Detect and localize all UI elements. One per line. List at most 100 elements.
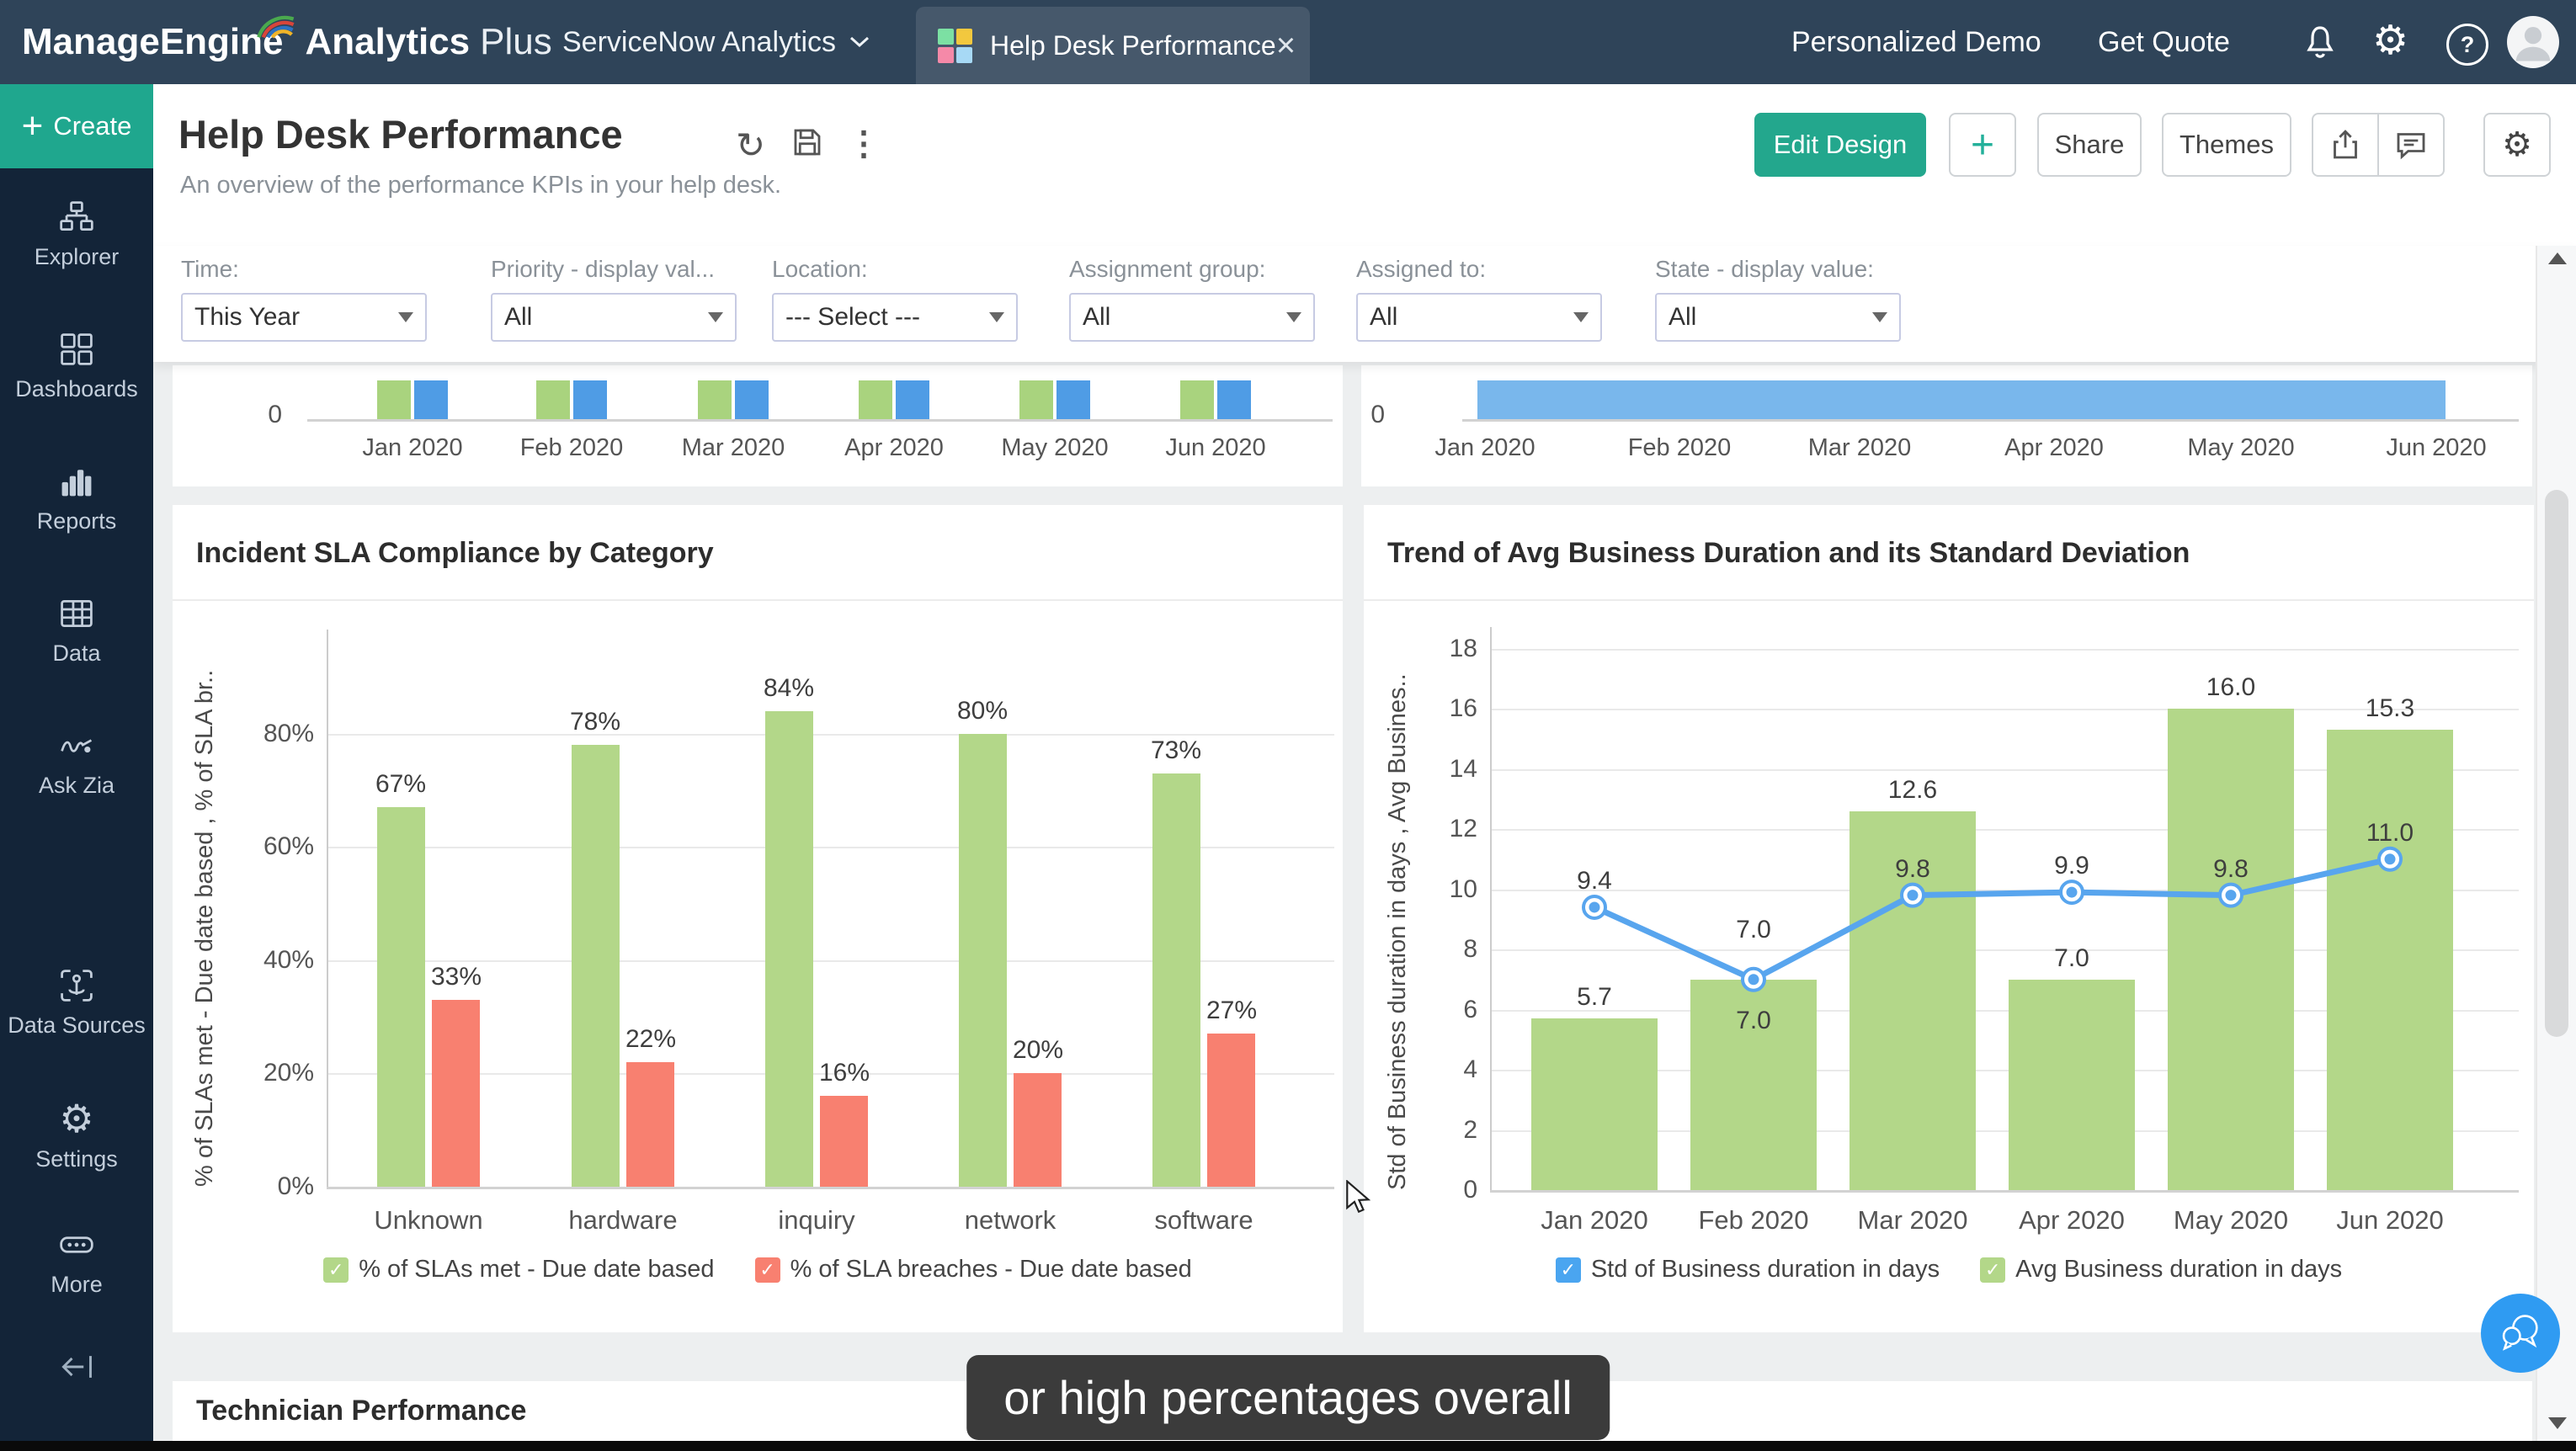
clipped-bar-series-green[interactable] — [698, 380, 732, 419]
edit-design-button[interactable]: Edit Design — [1754, 113, 1926, 177]
create-button[interactable]: + Create — [0, 84, 153, 168]
gridline — [1490, 649, 2519, 651]
chart-legend: ✓% of SLAs met - Due date based ✓% of SLA… — [173, 1256, 1343, 1284]
bar-sla-met[interactable] — [1152, 773, 1200, 1187]
dashboard-tab-icon — [938, 29, 971, 62]
user-avatar[interactable] — [2507, 16, 2559, 68]
sidebar-item-settings[interactable]: ⚙ Settings — [0, 1099, 153, 1172]
clipped-bar-series-blue[interactable] — [414, 380, 448, 419]
sidebar-item-data[interactable]: Data — [0, 595, 153, 667]
filter-value: All — [1370, 303, 1397, 332]
clipped-area-series-area-blue[interactable] — [1477, 380, 2446, 419]
sidebar-item-dashboards[interactable]: Dashboards — [0, 331, 153, 402]
get-quote-link[interactable]: Get Quote — [2098, 0, 2230, 84]
scroll-down-arrow-icon[interactable] — [2548, 1417, 2567, 1429]
filter-value: All — [1083, 303, 1110, 332]
notification-bell-icon[interactable] — [2300, 22, 2340, 62]
line-point[interactable] — [1583, 896, 1605, 918]
clipped-bar-series-blue[interactable] — [573, 380, 607, 419]
legend-checkbox: ✓ — [755, 1257, 780, 1283]
legend-item--of-sla-breaches-due-date-based[interactable]: ✓% of SLA breaches - Due date based — [755, 1256, 1192, 1284]
add-button[interactable]: + — [1949, 113, 2016, 177]
chat-support-button[interactable] — [2481, 1294, 2560, 1373]
settings-gear-icon[interactable]: ⚙ — [2372, 17, 2408, 64]
filter-assigned-to-select[interactable]: All — [1356, 293, 1602, 342]
bar-avg-duration[interactable] — [2168, 709, 2294, 1190]
sla-compliance-panel: Incident SLA Compliance by Category 0%20… — [173, 505, 1343, 1332]
clipped-bar-series-green[interactable] — [1180, 380, 1214, 419]
filter-state-select[interactable]: All — [1655, 293, 1901, 342]
ask-zia-icon — [58, 727, 95, 764]
filter-location-select[interactable]: --- Select --- — [772, 293, 1018, 342]
kebab-menu-icon[interactable]: ⋮ — [847, 125, 881, 163]
sidebar-item-more[interactable]: More — [0, 1226, 153, 1298]
bar-sla-met[interactable] — [377, 807, 425, 1187]
workspace-selector[interactable]: ServiceNow Analytics — [562, 0, 870, 84]
legend-item-avg-business-duration-in-days[interactable]: ✓Avg Business duration in days — [1980, 1256, 2342, 1284]
personalized-demo-link[interactable]: Personalized Demo — [1791, 0, 2041, 84]
legend-item--of-slas-met-due-date-based[interactable]: ✓% of SLAs met - Due date based — [323, 1256, 714, 1284]
tab-help-desk-performance[interactable]: Help Desk Performance × — [916, 7, 1310, 84]
chevron-down-icon — [849, 36, 870, 48]
scroll-up-arrow-icon[interactable] — [2548, 252, 2567, 264]
line-value-label: 9.9 — [2004, 852, 2139, 880]
sidebar-item-data-sources[interactable]: Data Sources — [0, 967, 153, 1039]
bar-sla-met[interactable] — [959, 734, 1007, 1187]
bar-sla-met[interactable] — [765, 711, 813, 1187]
bar-avg-duration[interactable] — [2327, 730, 2453, 1190]
tab-close-icon[interactable]: × — [1276, 29, 1296, 62]
filter-label: Location: — [772, 256, 1018, 283]
themes-button[interactable]: Themes — [2162, 113, 2291, 177]
clipped-bar-series-green[interactable] — [377, 380, 411, 419]
value-label: 20% — [971, 1036, 1105, 1065]
sidebar-collapse-icon[interactable] — [58, 1348, 95, 1385]
logo-analytics: Analytics — [306, 21, 471, 63]
bar-sla-breach[interactable] — [1014, 1073, 1062, 1187]
help-icon[interactable]: ? — [2446, 24, 2488, 66]
refresh-icon[interactable]: ↻ — [736, 125, 765, 166]
line-point[interactable] — [2061, 881, 2083, 903]
bar-sla-breach[interactable] — [626, 1062, 674, 1187]
clipped-bar-series-green[interactable] — [536, 380, 570, 419]
settings-button[interactable]: ⚙ — [2483, 113, 2551, 177]
legend-checkbox: ✓ — [1556, 1257, 1581, 1283]
bar-avg-duration[interactable] — [1531, 1018, 1658, 1190]
comment-button[interactable] — [2377, 113, 2445, 177]
bar-sla-breach[interactable] — [432, 1000, 480, 1187]
scrollbar-thumb[interactable] — [2545, 490, 2568, 1037]
gridline — [1490, 1190, 2519, 1193]
logo-manageengine: ManageEngine — [22, 21, 284, 63]
share-button[interactable]: Share — [2037, 113, 2142, 177]
bar-sla-breach[interactable] — [1207, 1034, 1255, 1187]
bar-avg-duration[interactable] — [2009, 980, 2135, 1190]
value-label: 27% — [1164, 997, 1299, 1025]
x-category-label: May 2020 — [2140, 434, 2342, 462]
filter-priority-select[interactable]: All — [491, 293, 737, 342]
clipped-bar-series-blue[interactable] — [896, 380, 929, 419]
page-subtitle: An overview of the performance KPIs in y… — [180, 172, 781, 199]
sidebar-item-ask-zia[interactable]: Ask Zia — [0, 727, 153, 799]
sidebar-item-reports[interactable]: Reports — [0, 463, 153, 534]
vertical-scrollbar[interactable] — [2536, 246, 2576, 1441]
filter-time-select[interactable]: This Year — [181, 293, 427, 342]
x-category-label: Unknown — [327, 1205, 530, 1236]
clipped-bar-series-green[interactable] — [859, 380, 892, 419]
export-button[interactable] — [2312, 113, 2379, 177]
clipped-bar-series-green[interactable] — [1019, 380, 1053, 419]
save-icon[interactable] — [790, 125, 825, 160]
legend-item-std-of-business-duration-in-days[interactable]: ✓Std of Business duration in days — [1556, 1256, 1940, 1284]
clipped-bar-series-blue[interactable] — [1056, 380, 1090, 419]
clipped-bar-series-blue[interactable] — [735, 380, 769, 419]
line-point-dot — [1589, 901, 1600, 912]
y-tick-label: 40% — [221, 946, 314, 975]
sidebar-item-explorer[interactable]: Explorer — [0, 199, 153, 270]
logo-swoosh-icon — [255, 8, 297, 40]
bar-sla-breach[interactable] — [820, 1096, 868, 1187]
clipped-bar-series-blue[interactable] — [1217, 380, 1251, 419]
bar-sla-met[interactable] — [572, 745, 620, 1187]
chevron-down-icon — [708, 312, 723, 322]
filter-assignment-group-select[interactable]: All — [1069, 293, 1315, 342]
filter-label: State - display value: — [1655, 256, 1901, 283]
mouse-cursor — [1344, 1180, 1377, 1217]
x-category-label: Apr 2020 — [1953, 434, 2155, 462]
